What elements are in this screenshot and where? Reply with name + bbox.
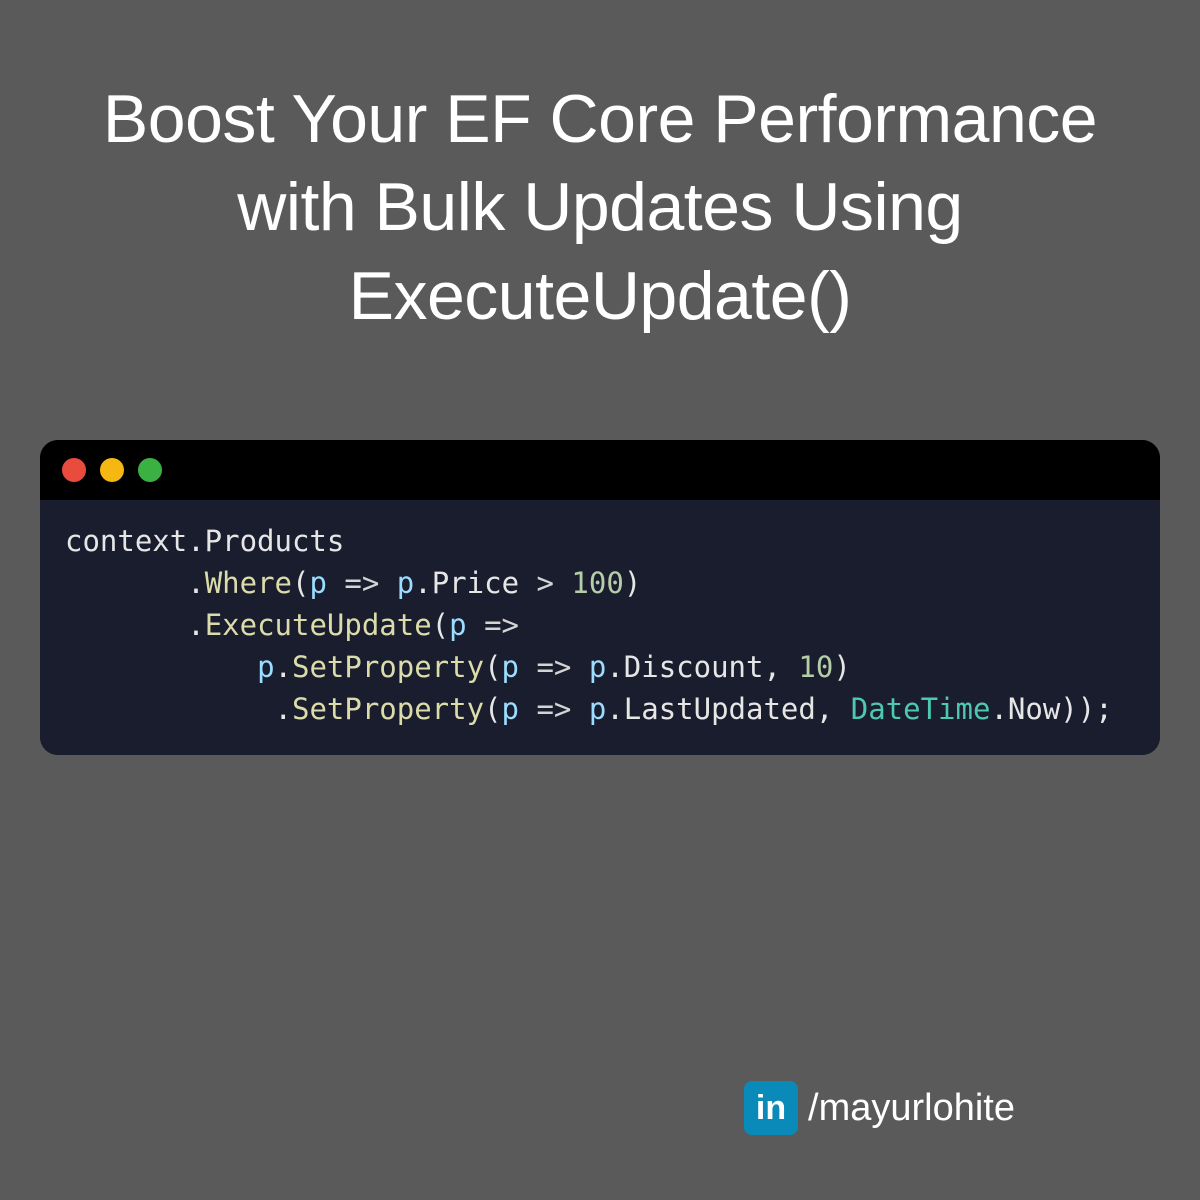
code-token-plain <box>467 608 484 642</box>
linkedin-icon: in <box>744 1081 798 1135</box>
code-token-plain <box>327 566 344 600</box>
code-token-plain <box>65 650 257 684</box>
code-token-plain: ( <box>484 650 501 684</box>
code-token-num: 100 <box>571 566 623 600</box>
code-token-plain <box>519 650 536 684</box>
code-token-op: => <box>344 566 379 600</box>
code-token-plain: .Now)); <box>990 692 1112 726</box>
code-token-op: => <box>484 608 519 642</box>
code-token-type: DateTime <box>851 692 991 726</box>
code-token-param: p <box>309 566 326 600</box>
code-token-plain <box>519 692 536 726</box>
code-token-param: p <box>397 566 414 600</box>
linkedin-handle: /mayurlohite <box>808 1087 1015 1130</box>
code-token-param: p <box>449 608 466 642</box>
code-token-method: Where <box>205 566 292 600</box>
code-token-plain: .Discount, <box>606 650 798 684</box>
code-token-plain: .LastUpdated, <box>606 692 850 726</box>
code-token-param: p <box>502 650 519 684</box>
code-token-plain <box>379 566 396 600</box>
code-token-op: => <box>536 650 571 684</box>
window-titlebar <box>40 440 1160 500</box>
window-close-icon <box>62 458 86 482</box>
code-token-plain <box>554 566 571 600</box>
code-token-plain <box>571 650 588 684</box>
code-token-plain: .Price <box>414 566 536 600</box>
code-snippet: context.Products .Where(p => p.Price > 1… <box>40 500 1160 755</box>
code-token-method: ExecuteUpdate <box>205 608 432 642</box>
code-token-plain: ( <box>484 692 501 726</box>
code-token-method: SetProperty <box>292 650 484 684</box>
code-token-plain <box>571 692 588 726</box>
code-token-param: p <box>257 650 274 684</box>
code-token-plain: ( <box>292 566 309 600</box>
code-token-param: p <box>589 692 606 726</box>
code-token-plain: . <box>275 650 292 684</box>
code-token-op: => <box>536 692 571 726</box>
code-token-plain: ) <box>624 566 641 600</box>
code-token-plain: ( <box>432 608 449 642</box>
code-token-param: p <box>502 692 519 726</box>
code-token-plain: . <box>65 566 205 600</box>
code-token-plain: . <box>65 608 205 642</box>
code-token-method: SetProperty <box>292 692 484 726</box>
code-token-op: > <box>536 566 553 600</box>
page-title: Boost Your EF Core Performance with Bulk… <box>0 75 1200 340</box>
footer-credit: in /mayurlohite <box>744 1081 1015 1135</box>
window-minimize-icon <box>100 458 124 482</box>
code-token-plain: context.Products <box>65 524 344 558</box>
code-token-plain: . <box>65 692 292 726</box>
window-maximize-icon <box>138 458 162 482</box>
code-token-num: 10 <box>798 650 833 684</box>
code-window: context.Products .Where(p => p.Price > 1… <box>40 440 1160 755</box>
code-token-param: p <box>589 650 606 684</box>
code-token-plain: ) <box>833 650 850 684</box>
